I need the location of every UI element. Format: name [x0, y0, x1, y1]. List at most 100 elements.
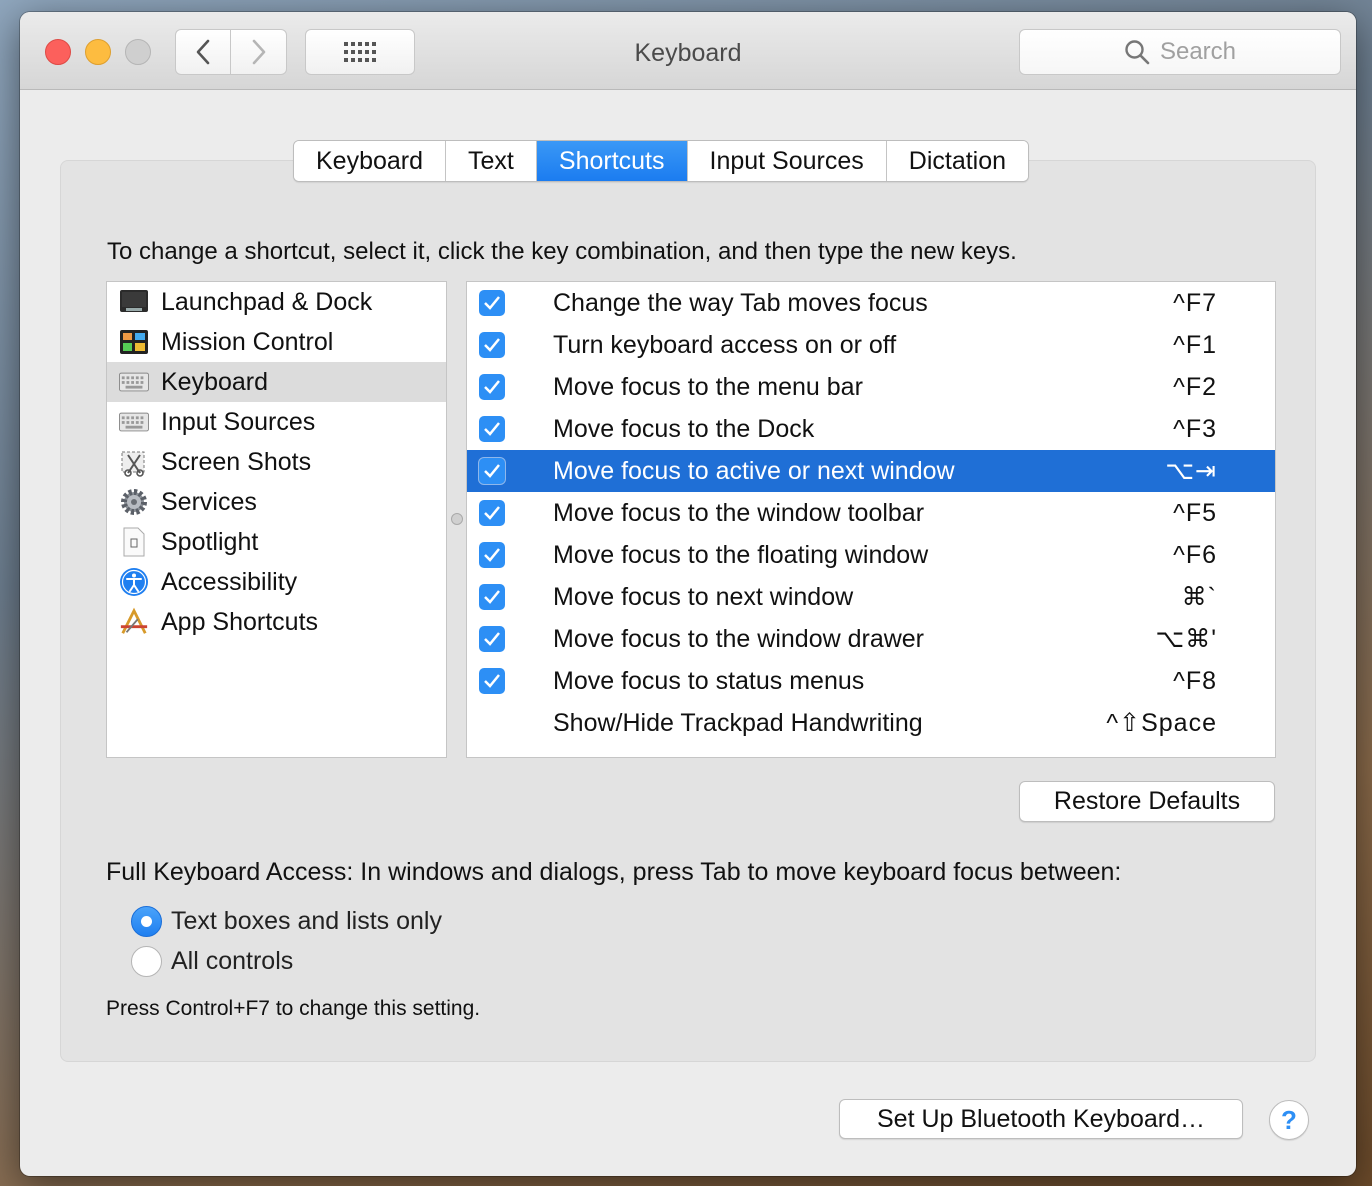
- tab-input-sources[interactable]: Input Sources: [687, 141, 887, 181]
- restore-defaults-button[interactable]: Restore Defaults: [1019, 781, 1275, 822]
- help-button[interactable]: ?: [1269, 1100, 1309, 1140]
- checkmark-icon: [484, 632, 500, 646]
- input-sources-icon: [119, 407, 149, 437]
- radio-button[interactable]: [131, 946, 162, 977]
- set-up-bluetooth-keyboard-button[interactable]: Set Up Bluetooth Keyboard…: [839, 1099, 1243, 1139]
- category-label: Input Sources: [161, 407, 316, 436]
- checkmark-icon: [484, 422, 500, 436]
- category-label: Services: [161, 487, 257, 516]
- splitter-handle[interactable]: [451, 513, 463, 525]
- shortcut-row[interactable]: Move focus to the Dock ^F3: [467, 408, 1275, 450]
- radio-button-selected[interactable]: [131, 906, 162, 937]
- shortcut-keys[interactable]: ^F8: [1173, 667, 1217, 696]
- radio-label: All controls: [171, 947, 294, 975]
- shortcut-label: Move focus to the menu bar: [553, 372, 863, 401]
- category-app-shortcuts[interactable]: App Shortcuts: [107, 602, 446, 642]
- tab-text[interactable]: Text: [446, 141, 537, 181]
- shortcut-row-selected[interactable]: Move focus to active or next window ⌥⇥: [467, 450, 1275, 492]
- category-label: Accessibility: [161, 567, 298, 596]
- shortcut-row[interactable]: Change the way Tab moves focus ^F7: [467, 282, 1275, 324]
- radio-all-controls[interactable]: All controls: [131, 946, 293, 977]
- shortcut-row[interactable]: Move focus to the floating window ^F6: [467, 534, 1275, 576]
- category-label: App Shortcuts: [161, 607, 319, 636]
- shortcut-label: Move focus to next window: [553, 582, 854, 611]
- tab-shortcuts[interactable]: Shortcuts: [536, 141, 688, 181]
- instructions-text: To change a shortcut, select it, click t…: [107, 238, 1017, 265]
- shortcut-checkbox[interactable]: [479, 542, 505, 568]
- launchpad-dock-icon: [119, 287, 149, 317]
- services-gear-icon: [119, 487, 149, 517]
- shortcut-row[interactable]: Turn keyboard access on or off ^F1: [467, 324, 1275, 366]
- shortcut-keys[interactable]: ^F5: [1173, 499, 1217, 528]
- tab-bar: Keyboard Text Shortcuts Input Sources Di…: [293, 140, 1030, 182]
- category-services[interactable]: Services: [107, 482, 446, 522]
- category-accessibility[interactable]: Accessibility: [107, 562, 446, 602]
- full-keyboard-access-label: Full Keyboard Access: In windows and dia…: [106, 858, 1122, 886]
- shortcut-row[interactable]: Move focus to the window toolbar ^F5: [467, 492, 1275, 534]
- shortcut-keys[interactable]: ⌘`: [1182, 582, 1217, 612]
- shortcut-checkbox[interactable]: [479, 332, 505, 358]
- checkmark-icon: [484, 506, 500, 520]
- shortcut-label: Move focus to the floating window: [553, 540, 929, 569]
- checkmark-icon: [484, 380, 500, 394]
- tab-dictation[interactable]: Dictation: [886, 141, 1029, 181]
- category-input-sources[interactable]: Input Sources: [107, 402, 446, 442]
- shortcut-row[interactable]: Move focus to next window ⌘`: [467, 576, 1275, 618]
- shortcut-checkbox[interactable]: [479, 374, 505, 400]
- shortcut-keys[interactable]: ^F6: [1173, 541, 1217, 570]
- search-placeholder: Search: [1159, 38, 1237, 65]
- shortcut-row[interactable]: Move focus to the menu bar ^F2: [467, 366, 1275, 408]
- category-list[interactable]: Launchpad & Dock Mission Control Keyboar…: [106, 281, 447, 758]
- shortcut-checkbox[interactable]: [479, 500, 505, 526]
- shortcut-keys[interactable]: ^F1: [1173, 331, 1217, 360]
- checkmark-icon: [484, 296, 500, 310]
- app-shortcuts-icon: [119, 607, 149, 637]
- category-screen-shots[interactable]: Screen Shots: [107, 442, 446, 482]
- category-keyboard[interactable]: Keyboard: [107, 362, 446, 402]
- radio-text-boxes-and-lists[interactable]: Text boxes and lists only: [131, 906, 442, 937]
- checkmark-icon: [484, 464, 500, 478]
- shortcut-checkbox[interactable]: [479, 416, 505, 442]
- accessibility-icon: [119, 567, 149, 597]
- category-label: Keyboard: [161, 367, 269, 396]
- keyboard-icon: [119, 367, 149, 397]
- shortcut-checkbox[interactable]: [479, 458, 505, 484]
- shortcut-label: Move focus to the Dock: [553, 414, 815, 443]
- shortcut-checkbox[interactable]: [479, 584, 505, 610]
- shortcut-keys[interactable]: ^F3: [1173, 415, 1217, 444]
- shortcut-label: Change the way Tab moves focus: [553, 288, 928, 317]
- category-launchpad-dock[interactable]: Launchpad & Dock: [107, 282, 446, 322]
- category-label: Spotlight: [161, 527, 259, 556]
- shortcut-checkbox[interactable]: [479, 290, 505, 316]
- shortcut-list[interactable]: Change the way Tab moves focus ^F7 Turn …: [466, 281, 1276, 758]
- spotlight-document-icon: [119, 527, 149, 557]
- checkmark-icon: [484, 590, 500, 604]
- shortcut-row[interactable]: Move focus to status menus ^F8: [467, 660, 1275, 702]
- preferences-window: Keyboard Search Keyboard Text Shortcuts …: [20, 12, 1356, 1176]
- shortcut-label: Turn keyboard access on or off: [553, 330, 897, 359]
- shortcut-label: Move focus to active or next window: [553, 456, 955, 485]
- title-bar: Keyboard Search: [20, 12, 1356, 90]
- search-field[interactable]: Search: [1019, 29, 1341, 75]
- category-label: Screen Shots: [161, 447, 312, 476]
- category-label: Launchpad & Dock: [161, 287, 373, 316]
- shortcut-keys[interactable]: ⌥⇥: [1165, 456, 1217, 486]
- shortcut-keys[interactable]: ⌥⌘': [1155, 624, 1217, 654]
- shortcut-checkbox[interactable]: [479, 668, 505, 694]
- shortcut-label: Move focus to the window drawer: [553, 624, 925, 653]
- category-mission-control[interactable]: Mission Control: [107, 322, 446, 362]
- category-label: Mission Control: [161, 327, 334, 356]
- shortcut-keys[interactable]: ^⇧Space: [1106, 708, 1217, 738]
- tab-keyboard[interactable]: Keyboard: [294, 141, 447, 181]
- category-spotlight[interactable]: Spotlight: [107, 522, 446, 562]
- radio-label: Text boxes and lists only: [171, 907, 442, 935]
- screen-shots-icon: [119, 447, 149, 477]
- shortcut-row[interactable]: Show/Hide Trackpad Handwriting ^⇧Space: [467, 702, 1275, 744]
- checkmark-icon: [484, 674, 500, 688]
- checkmark-icon: [484, 548, 500, 562]
- keyboard-access-hint: Press Control+F7 to change this setting.: [106, 997, 481, 1020]
- shortcut-keys[interactable]: ^F7: [1173, 289, 1217, 318]
- shortcut-keys[interactable]: ^F2: [1173, 373, 1217, 402]
- shortcut-row[interactable]: Move focus to the window drawer ⌥⌘': [467, 618, 1275, 660]
- shortcut-checkbox[interactable]: [479, 626, 505, 652]
